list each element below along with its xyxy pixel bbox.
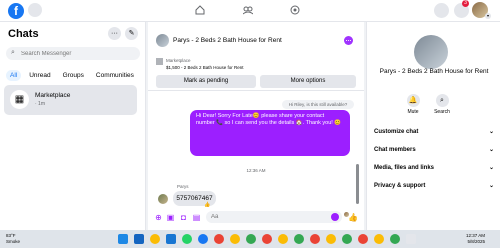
marketplace-listing-card: Marketplace $1,500 - 2 Beds 2 Bath House…: [154, 56, 358, 89]
chat-members-item[interactable]: Chat members ⌄: [374, 141, 496, 159]
chevron-down-icon: ⌄: [488, 165, 494, 171]
privacy-support-label: Privacy & support: [374, 183, 426, 189]
media-files-links-label: Media, files and links: [374, 165, 435, 171]
chrome-icon[interactable]: [358, 234, 368, 244]
chrome-icon[interactable]: [294, 234, 304, 244]
chrome-icon[interactable]: [246, 234, 256, 244]
new-message-icon[interactable]: ✎: [125, 27, 138, 40]
mute-label: Mute: [407, 109, 419, 115]
chrome-icon[interactable]: [278, 234, 288, 244]
scrollbar-thumb[interactable]: [356, 164, 359, 204]
clock-date: 5/8/2025: [467, 239, 486, 244]
emoji-icon[interactable]: [331, 213, 339, 221]
divider: [148, 90, 364, 91]
conversation-title[interactable]: Parys - 2 Beds 2 Bath House for Rent: [173, 37, 282, 44]
facebook-logo-icon[interactable]: f: [8, 3, 24, 19]
filter-all[interactable]: All: [6, 70, 22, 81]
windows-start-icon[interactable]: [118, 234, 128, 244]
app-icon[interactable]: [406, 234, 416, 244]
filter-unread[interactable]: Unread: [25, 70, 54, 81]
marketplace-store-icon: ▦: [10, 90, 29, 109]
messenger-icon[interactable]: [198, 234, 208, 244]
gaming-icon[interactable]: [290, 5, 300, 15]
customize-chat-label: Customize chat: [374, 129, 419, 135]
chat-filters: All Unread Groups Communities: [6, 70, 138, 81]
chevron-down-icon: ⌄: [488, 147, 494, 153]
search-action[interactable]: ⌕ Search: [427, 94, 457, 115]
add-icon[interactable]: ⊕: [154, 213, 163, 222]
app-icon[interactable]: [166, 234, 176, 244]
more-options-icon[interactable]: ···: [108, 27, 121, 40]
photo-icon[interactable]: ▣: [166, 213, 175, 222]
home-icon[interactable]: [195, 5, 205, 15]
listing-thumbnail: [156, 58, 163, 65]
conversation-time: · 1m: [35, 101, 45, 107]
conversation-name: Marketplace: [35, 92, 71, 99]
chrome-icon[interactable]: [374, 234, 384, 244]
like-icon[interactable]: 👍: [348, 213, 358, 222]
chrome-icon[interactable]: [230, 234, 240, 244]
sender-name: Parys: [177, 184, 189, 189]
sticker-icon[interactable]: ◘: [179, 213, 188, 222]
more-options-button[interactable]: More options: [260, 75, 356, 88]
system-clock[interactable]: 12:37 AM 5/8/2025: [466, 233, 485, 245]
media-files-links-item[interactable]: Media, files and links ⌄: [374, 159, 496, 177]
chevron-down-icon: ⌄: [488, 183, 494, 189]
chats-title: Chats: [8, 28, 39, 40]
timestamp-separator: 12:36 AM: [246, 168, 266, 173]
chevron-down-icon: ⌄: [488, 129, 494, 135]
chats-sidebar: Chats ··· ✎ ⌕ All Unread Groups Communit…: [0, 22, 146, 230]
chrome-icon[interactable]: [390, 234, 400, 244]
chrome-icon[interactable]: [342, 234, 352, 244]
top-navigation-bar: f 3 ▾: [0, 0, 500, 22]
gif-icon[interactable]: ▤: [192, 213, 201, 222]
chrome-icon[interactable]: [150, 234, 160, 244]
conversation-marketplace[interactable]: ▦ Marketplace · 1m: [4, 85, 137, 115]
filter-communities[interactable]: Communities: [92, 70, 138, 81]
mark-as-pending-button[interactable]: Mark as pending: [156, 75, 256, 88]
search-icon: ⌕: [11, 49, 15, 56]
message-composer: ⊕ ▣ ◘ ▤ 👍: [148, 206, 364, 230]
weather-widget[interactable]: 83°F Smoke: [6, 233, 20, 244]
privacy-support-item[interactable]: Privacy & support ⌄: [374, 177, 496, 195]
mute-action[interactable]: 🔔 Mute: [398, 94, 428, 115]
weather-condition: Smoke: [6, 238, 21, 244]
search-input[interactable]: [21, 48, 131, 59]
customize-chat-item[interactable]: Customize chat ⌄: [374, 123, 496, 141]
chevron-down-icon[interactable]: ▾: [485, 13, 491, 19]
search-icon[interactable]: ⌕: [435, 94, 449, 107]
chrome-icon[interactable]: [214, 234, 224, 244]
groups-icon[interactable]: [243, 5, 253, 15]
chrome-icon[interactable]: [326, 234, 336, 244]
messenger-search[interactable]: ⌕: [6, 47, 140, 60]
listing-price-title[interactable]: $1,500 - 2 Beds 2 Bath House for Rent: [166, 65, 244, 70]
search-icon[interactable]: [28, 3, 42, 17]
whatsapp-icon[interactable]: [182, 234, 192, 244]
chat-details-panel: Parys - 2 Beds 2 Bath House for Rent 🔔 M…: [366, 22, 500, 230]
details-avatar[interactable]: [414, 35, 448, 69]
details-title: Parys - 2 Beds 2 Bath House for Rent: [379, 68, 489, 75]
message-input-box[interactable]: [206, 211, 342, 223]
conversation-pane: Parys - 2 Beds 2 Bath House for Rent … M…: [148, 22, 364, 230]
edge-icon[interactable]: [134, 234, 144, 244]
chrome-icon[interactable]: [262, 234, 272, 244]
marketplace-label: Marketplace: [166, 58, 191, 63]
chat-members-label: Chat members: [374, 147, 416, 153]
windows-taskbar: 83°F Smoke 12:37 AM 5/8/2025: [0, 230, 500, 248]
conversation-header: Parys - 2 Beds 2 Bath House for Rent …: [148, 22, 364, 58]
chrome-icon[interactable]: [310, 234, 320, 244]
conversation-info-icon[interactable]: …: [344, 36, 353, 45]
notification-count-badge: 3: [462, 0, 469, 7]
listing-avatar[interactable]: [156, 34, 169, 47]
replied-message-preview: Hi Riley, is this still available?: [282, 100, 354, 109]
menu-grid-icon[interactable]: [434, 3, 449, 18]
message-input[interactable]: [211, 212, 321, 222]
sender-avatar[interactable]: [158, 194, 168, 204]
filter-groups[interactable]: Groups: [59, 70, 88, 81]
outgoing-message-bubble[interactable]: Hi Dear! Sorry For Late😊 please share yo…: [190, 110, 350, 156]
bell-icon[interactable]: 🔔: [406, 94, 420, 107]
search-label: Search: [434, 109, 450, 115]
